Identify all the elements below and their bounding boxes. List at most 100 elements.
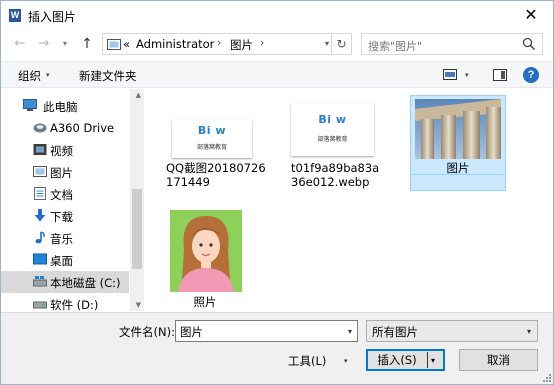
organize-button[interactable]: 组织 (18, 68, 41, 84)
sidebar-item-a360-drive[interactable]: A360 Drive (1, 117, 129, 139)
file-thumbnail (165, 207, 261, 292)
downloads-folder-icon (34, 209, 46, 222)
insert-picture-dialog: W 插入图片 ✕ ← → ▾ ↑ « Administrator › 图片 › … (0, 0, 554, 385)
sidebar-item-videos[interactable]: 视频 (1, 139, 129, 161)
organize-dropdown-icon[interactable]: ▾ (46, 71, 50, 79)
address-overflow-chevron[interactable]: « (123, 37, 130, 51)
filename-label: 文件名(N): (119, 325, 175, 339)
navigation-pane: 此电脑 A360 Drive 视频 图片 文档 下载 音乐 桌面 本地磁盘 (C… (1, 89, 144, 311)
file-name: t01f9a89ba83a36e012.webp (291, 161, 380, 189)
logo-image: Bi w 部落窝教育 (291, 104, 374, 156)
insert-button-label: 插入(S) (377, 353, 417, 367)
sidebar-item-label: 图片 (50, 166, 73, 180)
file-item[interactable]: 照片 (165, 207, 261, 309)
help-icon[interactable]: ? (523, 67, 539, 83)
logo-mark-text: Bi w (318, 113, 347, 126)
insert-button[interactable]: 插入(S) ▾ (366, 349, 445, 371)
sidebar-item-drive-d[interactable]: 软件 (D:) (1, 293, 129, 311)
music-folder-icon (35, 231, 45, 244)
documents-folder-icon (34, 187, 46, 200)
file-name: 图片 (446, 161, 470, 175)
tools-dropdown-icon[interactable]: ▾ (344, 357, 348, 365)
recent-locations-dropdown[interactable]: ▾ (56, 35, 74, 53)
sidebar-item-label: 桌面 (50, 254, 73, 268)
pictures-folder-icon (33, 166, 47, 177)
back-button[interactable]: ← (11, 35, 29, 53)
dialog-title: 插入图片 (28, 10, 77, 24)
insert-options-dropdown-icon[interactable]: ▾ (431, 351, 435, 371)
sidebar-item-label: 文档 (50, 188, 73, 202)
sidebar-item-label: 软件 (D:) (50, 298, 99, 311)
preview-pane-icon[interactable] (493, 69, 507, 81)
dialog-footer: 文件名(N): 图片 ▾ 所有图片 ▾ 工具(L) ▾ 插入(S) ▾ 取消 (1, 312, 553, 384)
view-options-dropdown-icon[interactable]: ▾ (465, 71, 469, 79)
sidebar-item-label: A360 Drive (50, 121, 115, 135)
columns-photo-image (415, 99, 501, 159)
logo-caption: 部落窝教育 (196, 144, 227, 151)
new-folder-button[interactable]: 新建文件夹 (79, 68, 137, 84)
title-bar: W 插入图片 ✕ (1, 1, 553, 30)
split-divider (427, 352, 428, 368)
navigation-bar: ← → ▾ ↑ « Administrator › 图片 › ▾ ↻ 搜索"图片… (1, 30, 553, 58)
filetype-select[interactable]: 所有图片 ▾ (366, 320, 538, 342)
sidebar-item-music[interactable]: 音乐 (1, 227, 129, 249)
address-chevron-icon[interactable]: › (217, 36, 221, 49)
sidebar-item-label: 音乐 (50, 232, 73, 246)
file-item[interactable]: Bi w 部落窝教育 t01f9a89ba83a36e012.webp (285, 95, 381, 205)
search-placeholder: 搜索"图片" (368, 40, 423, 53)
tools-button[interactable]: 工具(L) (288, 353, 326, 369)
address-dropdown-icon[interactable]: ▾ (325, 39, 329, 48)
logo-image: Bi w 部落窝教育 (172, 120, 252, 158)
cancel-button[interactable]: 取消 (459, 349, 538, 371)
filetype-dropdown-icon[interactable]: ▾ (527, 327, 531, 336)
address-bar[interactable]: « Administrator › 图片 › ▾ ↻ (102, 33, 352, 55)
address-segment-administrator[interactable]: Administrator (136, 37, 214, 51)
sidebar-item-label: 视频 (50, 144, 73, 158)
sidebar-scrollbar[interactable]: ▲ ▼ (130, 89, 144, 311)
scroll-down-icon[interactable]: ▼ (136, 301, 141, 309)
command-toolbar: 组织 ▾ 新建文件夹 ▾ ? (1, 61, 553, 88)
file-item[interactable]: 图片 (410, 95, 506, 195)
logo-caption: 部落窝教育 (317, 136, 348, 143)
logo-mark-text: Bi w (197, 124, 227, 137)
video-folder-icon (33, 144, 47, 155)
search-input[interactable]: 搜索"图片" (361, 33, 543, 55)
sidebar-item-drive-c[interactable]: 本地磁盘 (C:) (1, 271, 129, 293)
pictures-folder-icon (107, 39, 121, 50)
forward-button[interactable]: → (35, 35, 53, 53)
drive-d-icon (33, 301, 47, 309)
close-button[interactable]: ✕ (521, 6, 541, 24)
address-chevron-icon[interactable]: › (260, 36, 264, 49)
filename-value[interactable]: 图片 (180, 324, 203, 340)
search-icon (522, 37, 536, 51)
computer-icon (23, 99, 37, 111)
filename-dropdown-icon[interactable]: ▾ (348, 327, 352, 336)
sidebar-item-label: 此电脑 (43, 100, 78, 114)
file-list: Bi w 部落窝教育 QQ截图20180726171449 Bi w 部落窝教育… (145, 89, 553, 311)
up-folder-button[interactable]: ↑ (78, 35, 96, 53)
filetype-value: 所有图片 (372, 325, 418, 339)
change-view-icon[interactable] (443, 69, 457, 80)
portrait-image (170, 210, 242, 292)
filename-field[interactable]: 图片 ▾ (175, 320, 358, 342)
sidebar-item-documents[interactable]: 文档 (1, 183, 129, 205)
scroll-up-icon[interactable]: ▲ (136, 91, 141, 99)
sidebar-item-pictures[interactable]: 图片 (1, 161, 129, 183)
sidebar-item-label: 本地磁盘 (C:) (50, 276, 121, 290)
file-name: 照片 (193, 295, 217, 309)
file-name: QQ截图20180726171449 (166, 161, 266, 189)
sidebar-item-desktop[interactable]: 桌面 (1, 249, 129, 271)
desktop-folder-icon (33, 253, 47, 265)
selection-highlight (410, 175, 506, 191)
resize-grip-icon[interactable] (541, 372, 551, 382)
sidebar-item-label: 下载 (50, 210, 73, 224)
a360-drive-icon (33, 123, 47, 133)
sidebar-item-downloads[interactable]: 下载 (1, 205, 129, 227)
sidebar-item-this-pc[interactable]: 此电脑 (1, 95, 129, 117)
word-app-icon: W (9, 9, 21, 22)
address-segment-pictures[interactable]: 图片 (230, 37, 253, 53)
refresh-button[interactable]: ↻ (331, 34, 351, 54)
sidebar-scroll-thumb[interactable] (132, 189, 142, 269)
drive-c-icon (33, 276, 47, 287)
file-item[interactable]: Bi w 部落窝教育 QQ截图20180726171449 (165, 95, 266, 205)
